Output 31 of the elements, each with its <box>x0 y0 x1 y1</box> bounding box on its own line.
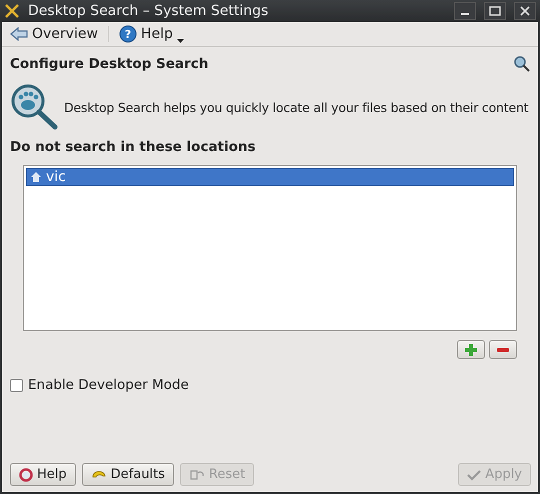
search-icon <box>513 55 531 73</box>
description-text: Desktop Search helps you quickly locate all your files based on their content <box>64 100 528 114</box>
minus-icon <box>497 346 509 352</box>
add-button[interactable] <box>457 340 485 359</box>
check-icon <box>467 468 482 480</box>
paw-magnifier-icon <box>10 83 58 131</box>
section-heading: Do not search in these locations <box>10 139 257 155</box>
maximize-button[interactable] <box>484 2 506 20</box>
checkbox[interactable] <box>10 378 23 392</box>
minimize-icon <box>461 13 469 15</box>
minimize-button[interactable] <box>454 2 476 20</box>
tools-icon <box>4 3 20 19</box>
window-title: Desktop Search – System Settings <box>28 3 270 19</box>
help-menu-button[interactable]: ? Help <box>116 25 186 43</box>
checkbox-label: Enable Developer Mode <box>28 377 189 393</box>
overview-button[interactable]: Overview <box>8 26 100 42</box>
page-title: Configure Desktop Search <box>10 56 208 72</box>
plus-icon <box>465 344 477 356</box>
maximize-icon <box>489 6 501 16</box>
defaults-button[interactable]: Defaults <box>82 463 174 486</box>
caret-icon <box>176 39 184 43</box>
close-icon <box>520 6 530 16</box>
back-arrow-icon <box>10 27 28 41</box>
remove-button[interactable] <box>489 340 517 359</box>
help-button[interactable]: Help <box>10 463 76 486</box>
reset-icon <box>188 468 205 482</box>
home-icon <box>30 171 42 183</box>
location-item[interactable]: vic <box>26 168 514 186</box>
help-icon: ? <box>118 25 137 43</box>
lifebuoy-icon <box>19 468 33 482</box>
close-button[interactable] <box>514 2 536 20</box>
